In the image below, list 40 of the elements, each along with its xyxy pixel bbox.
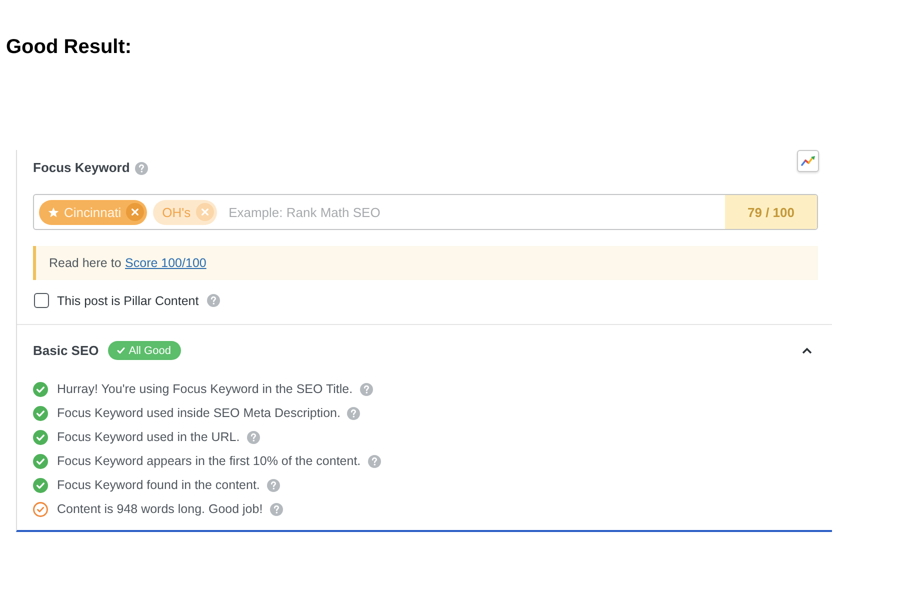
score-link[interactable]: Score 100/100 bbox=[125, 256, 206, 270]
test-result-text: Content is 948 words long. Good job! bbox=[57, 502, 263, 516]
help-icon[interactable] bbox=[134, 162, 148, 174]
score-display: 79 / 100 bbox=[725, 195, 817, 229]
help-icon[interactable] bbox=[347, 406, 360, 420]
trend-line-icon bbox=[800, 155, 816, 167]
check-circle-icon bbox=[33, 430, 48, 444]
check-circle-icon bbox=[33, 406, 48, 420]
help-icon[interactable] bbox=[360, 382, 373, 396]
help-icon[interactable] bbox=[206, 294, 220, 307]
badge-label: All Good bbox=[128, 344, 171, 356]
field-label: Focus Keyword bbox=[33, 160, 130, 176]
help-icon[interactable] bbox=[266, 478, 280, 492]
chevron-up-icon[interactable] bbox=[802, 347, 812, 354]
trends-button[interactable] bbox=[797, 150, 819, 172]
test-result-text: Focus Keyword used inside SEO Meta Description. bbox=[57, 406, 340, 420]
remove-icon[interactable] bbox=[196, 203, 214, 221]
checkbox-label: This post is Pillar Content bbox=[57, 294, 199, 308]
test-result-text: Focus Keyword found in the content. bbox=[57, 478, 260, 492]
check-circle-icon bbox=[33, 478, 48, 492]
help-icon[interactable] bbox=[368, 454, 381, 468]
help-icon[interactable] bbox=[270, 502, 283, 516]
input-placeholder: Example: Rank Math SEO bbox=[228, 204, 380, 220]
check-icon bbox=[116, 347, 125, 354]
section-title: Basic SEO bbox=[33, 343, 99, 358]
test-result-text: Focus Keyword used in the URL. bbox=[57, 430, 240, 444]
keyword-input-field[interactable]: Cincinnati OH's Example: Rank Math SEO 79 / 100 bbox=[33, 194, 818, 230]
pillar-checkbox[interactable] bbox=[34, 293, 49, 308]
remove-icon[interactable] bbox=[126, 203, 144, 221]
notice-text: Read here to Score 100/100 bbox=[49, 256, 206, 270]
check-circle-icon bbox=[33, 382, 48, 396]
test-result-text: Focus Keyword appears in the first 10% of the content. bbox=[57, 454, 361, 468]
page-heading: Good Result: bbox=[6, 35, 132, 59]
keyword-tag[interactable]: Cincinnati bbox=[39, 200, 148, 224]
test-result-text: Hurray! You're using Focus Keyword in the SEO Title. bbox=[57, 382, 353, 396]
keyword-tag[interactable]: OH's bbox=[153, 200, 217, 224]
star-icon bbox=[48, 206, 59, 218]
check-circle-outline-icon bbox=[33, 502, 48, 516]
check-circle-icon bbox=[33, 454, 48, 468]
help-icon[interactable] bbox=[246, 430, 260, 444]
